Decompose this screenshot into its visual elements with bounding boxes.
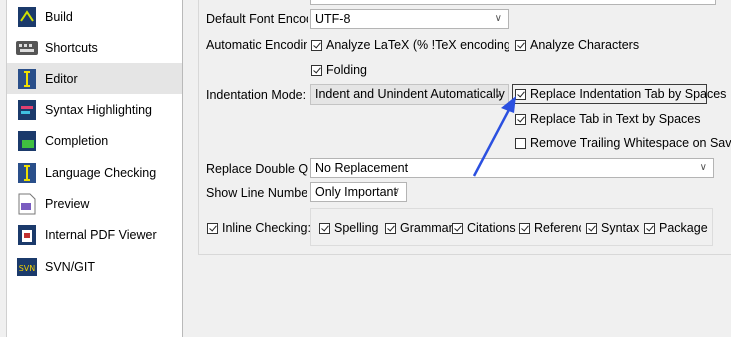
annotation-arrow-line <box>472 103 514 177</box>
annotation-arrow <box>472 96 516 177</box>
annotation-arrow-head <box>501 96 516 113</box>
